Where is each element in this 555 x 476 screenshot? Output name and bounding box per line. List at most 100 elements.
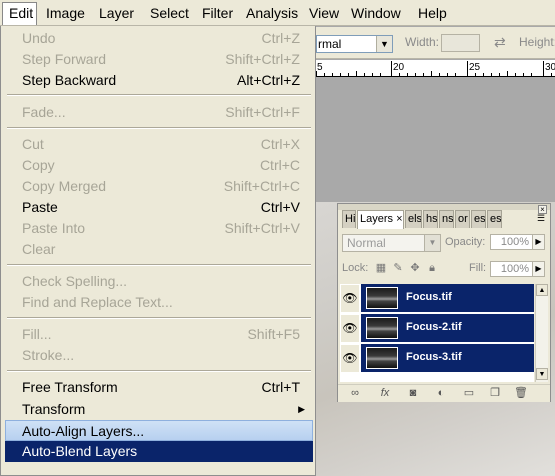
- swap-icon[interactable]: ⇄: [494, 34, 506, 51]
- menu-item-paste[interactable]: Paste Ctrl+V: [5, 197, 313, 218]
- lock-transparent-icon[interactable]: ▦: [375, 262, 387, 274]
- ruler-label: 5: [317, 62, 323, 73]
- scroll-up-icon[interactable]: ▲: [536, 284, 548, 296]
- menu-item-step-backward[interactable]: Step Backward Alt+Ctrl+Z: [5, 70, 313, 91]
- chevron-down-icon: ▼: [376, 36, 392, 52]
- layers-panel: × Hi Layers × els hs ns or es es ☰ Norma…: [337, 203, 551, 402]
- edit-menu-dropdown: Undo Ctrl+Z Step Forward Shift+Ctrl+Z St…: [0, 26, 316, 476]
- menu-item-auto-blend-layers[interactable]: Auto-Blend Layers: [5, 441, 313, 462]
- menu-separator: [7, 317, 311, 319]
- tab-swatches[interactable]: es: [471, 210, 486, 228]
- close-icon[interactable]: ×: [396, 213, 402, 225]
- add-mask-icon[interactable]: ◙: [406, 387, 420, 400]
- submenu-arrow-icon: ▶: [298, 404, 305, 414]
- menu-window[interactable]: Window: [351, 4, 401, 22]
- menu-item-label: Clear: [22, 241, 56, 257]
- tab-actions[interactable]: ns: [439, 210, 454, 228]
- adjustment-layer-icon[interactable]: ◐: [434, 387, 448, 400]
- width-field[interactable]: [441, 34, 480, 52]
- menu-layer[interactable]: Layer: [99, 4, 134, 22]
- menu-item-label: Cut: [22, 136, 44, 152]
- layer-style-icon[interactable]: fx: [378, 387, 392, 400]
- eye-icon[interactable]: 👁︎: [340, 284, 360, 313]
- menu-item-shortcut: Ctrl+Z: [261, 30, 301, 46]
- fill-field[interactable]: 100%: [490, 261, 533, 277]
- panel-menu-icon[interactable]: ☰: [537, 213, 547, 225]
- menu-item-label: Stroke...: [22, 347, 75, 363]
- menu-view[interactable]: View: [309, 4, 339, 22]
- eye-icon[interactable]: 👁︎: [340, 314, 360, 343]
- opacity-label: Opacity:: [445, 236, 486, 248]
- new-layer-icon[interactable]: ❐: [488, 387, 502, 400]
- menu-analysis[interactable]: Analysis: [246, 4, 298, 22]
- menu-item-shortcut: Shift+Ctrl+F: [225, 104, 300, 120]
- opacity-field[interactable]: 100%: [490, 234, 533, 250]
- menu-item-copy: Copy Ctrl+C: [5, 155, 313, 176]
- menu-item-transform[interactable]: Transform ▶: [5, 399, 313, 420]
- menu-item-auto-align-layers[interactable]: Auto-Align Layers...: [5, 420, 313, 441]
- menu-separator: [7, 264, 311, 266]
- menu-help[interactable]: Help: [418, 4, 447, 22]
- ruler-label: 30: [545, 62, 555, 73]
- menu-item-check-spelling: Check Spelling...: [5, 271, 313, 292]
- menu-item-label: Check Spelling...: [22, 273, 128, 289]
- menu-item-label: Step Forward: [22, 51, 107, 67]
- layer-thumbnail: [366, 317, 398, 339]
- tab-channels[interactable]: els: [405, 210, 422, 228]
- menu-separator: [7, 94, 311, 96]
- menu-item-label: Paste: [22, 199, 58, 215]
- tab-styles[interactable]: es: [487, 210, 502, 228]
- layer-selection[interactable]: Focus-2.tif: [361, 314, 534, 343]
- eye-icon[interactable]: 👁︎: [340, 344, 360, 373]
- menu-item-paste-into: Paste Into Shift+Ctrl+V: [5, 218, 313, 239]
- menu-item-label: Fill...: [22, 326, 52, 342]
- new-group-icon[interactable]: ▭: [462, 387, 476, 400]
- layer-selection[interactable]: Focus-3.tif: [361, 344, 534, 373]
- menu-item-find-replace: Find and Replace Text...: [5, 292, 313, 313]
- chevron-right-icon[interactable]: ▶: [532, 234, 545, 250]
- layer-name: Focus.tif: [406, 291, 452, 303]
- layer-selection[interactable]: Focus.tif: [361, 284, 534, 313]
- tab-color[interactable]: or: [455, 210, 470, 228]
- menu-edit[interactable]: Edit: [2, 2, 37, 25]
- menu-item-shortcut: Shift+Ctrl+V: [224, 220, 300, 236]
- lock-label: Lock:: [342, 262, 369, 274]
- menu-select[interactable]: Select: [150, 4, 189, 22]
- lock-all-icon[interactable]: 🔒︎: [426, 262, 438, 274]
- link-layers-icon[interactable]: ∞: [348, 387, 362, 400]
- options-bar: rmal ▼ Width: ⇄ Height:: [316, 27, 555, 59]
- menu-item-shortcut: Alt+Ctrl+Z: [236, 72, 300, 88]
- menu-item-label: Copy: [22, 157, 55, 173]
- menu-item-label: Paste Into: [22, 220, 86, 236]
- trash-icon[interactable]: 🗑︎: [514, 387, 528, 400]
- menu-item-label: Find and Replace Text...: [22, 294, 173, 310]
- layers-scrollbar[interactable]: ▲ ▼: [535, 284, 548, 382]
- menu-item-shortcut: Ctrl+C: [259, 157, 300, 173]
- layer-thumbnail: [366, 347, 398, 369]
- tab-histogram[interactable]: Hi: [342, 210, 356, 228]
- blend-mode-select[interactable]: Normal ▼: [342, 234, 441, 252]
- scroll-down-icon[interactable]: ▼: [536, 368, 548, 380]
- menu-filter[interactable]: Filter: [202, 4, 233, 22]
- layers-bottom-toolbar: ∞ fx ◙ ◐ ▭ ❐ 🗑︎: [338, 384, 550, 402]
- layer-row[interactable]: 👁︎ Focus.tif: [340, 284, 534, 313]
- layer-row[interactable]: 👁︎ Focus-3.tif: [340, 344, 534, 373]
- tab-layers[interactable]: Layers ×: [357, 210, 404, 229]
- lock-position-icon[interactable]: ✥: [409, 262, 421, 274]
- menu-item-free-transform[interactable]: Free Transform Ctrl+T: [5, 377, 313, 398]
- menu-item-label: Undo: [22, 30, 56, 46]
- tab-paths[interactable]: hs: [423, 210, 438, 228]
- fill-label: Fill:: [469, 262, 487, 274]
- layer-name: Focus-3.tif: [406, 351, 462, 363]
- layer-name: Focus-2.tif: [406, 321, 462, 333]
- width-label: Width:: [405, 35, 440, 49]
- lock-image-icon[interactable]: ✎: [392, 262, 404, 274]
- menu-item-clear: Clear: [5, 239, 313, 260]
- menu-item-label: Step Backward: [22, 72, 117, 88]
- height-label: Height:: [519, 35, 555, 49]
- menu-item-cut: Cut Ctrl+X: [5, 134, 313, 155]
- chevron-right-icon[interactable]: ▶: [532, 261, 545, 277]
- menu-image[interactable]: Image: [46, 4, 85, 22]
- mode-select[interactable]: rmal ▼: [316, 35, 393, 53]
- layer-row[interactable]: 👁︎ Focus-2.tif: [340, 314, 534, 343]
